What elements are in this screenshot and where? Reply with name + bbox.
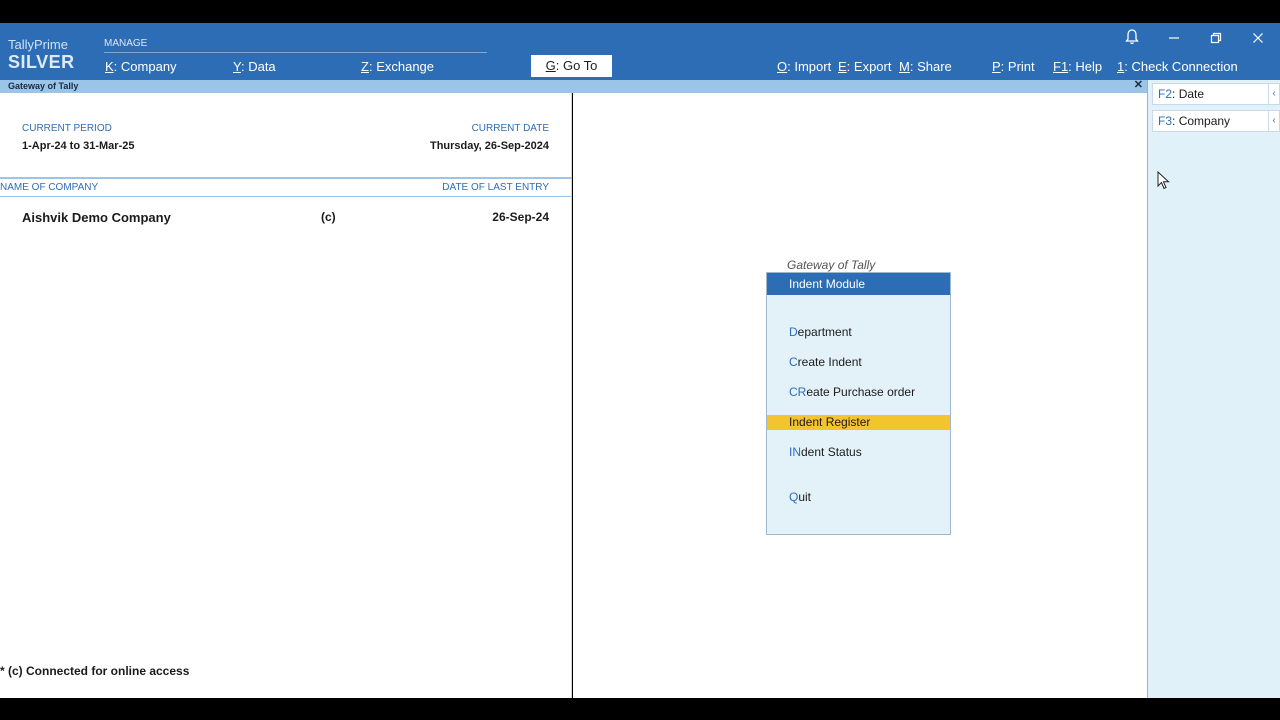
chevron-left-icon[interactable]: ‹ [1268, 110, 1280, 132]
tally-window: TallyPrime SILVER MANAGE K: Company Y: D… [0, 0, 1280, 720]
action-help[interactable]: F1: Help [1053, 59, 1102, 74]
top-header: TallyPrime SILVER MANAGE K: Company Y: D… [0, 23, 1280, 80]
action-export[interactable]: E: Export [838, 59, 891, 74]
company-online-flag: (c) [321, 210, 336, 224]
menu-company[interactable]: K: Company [105, 59, 177, 74]
brand-name: TallyPrime [8, 37, 68, 52]
company-last-entry-date: 26-Sep-24 [492, 210, 549, 224]
menu-data[interactable]: Y: Data [233, 59, 276, 74]
mouse-cursor-icon [1157, 171, 1170, 190]
action-print[interactable]: P: Print [992, 59, 1035, 74]
action-check-connection[interactable]: 1: Check Connection [1117, 59, 1238, 74]
manage-divider [104, 52, 487, 53]
menu-item-indent-status[interactable]: INdent Status [767, 445, 950, 460]
gateway-panel: Gateway of Tally Indent Module Departmen… [573, 93, 1147, 698]
menu-exchange[interactable]: Z: Exchange [361, 59, 434, 74]
action-import[interactable]: O: Import [777, 59, 831, 74]
menu-item-quit[interactable]: Quit [767, 490, 950, 505]
company-button[interactable]: F3: Company [1152, 110, 1269, 132]
menu-item-create-indent[interactable]: Create Indent [767, 355, 950, 370]
indent-module-menu: Indent Module Department Create Indent C… [766, 272, 951, 535]
close-icon[interactable] [1245, 29, 1271, 49]
current-date-label: CURRENT DATE [471, 123, 549, 134]
date-of-last-entry-label: DATE OF LAST ENTRY [442, 182, 549, 193]
screen-close-icon[interactable]: ✕ [1134, 79, 1143, 92]
company-name[interactable]: Aishvik Demo Company [22, 210, 171, 225]
menu-item-create-purchase-order[interactable]: CReate Purchase order [767, 385, 950, 400]
menu-item-department[interactable]: Department [767, 325, 950, 340]
current-period-value[interactable]: 1-Apr-24 to 31-Mar-25 [22, 140, 134, 152]
menu-item-indent-register[interactable]: Indent Register [767, 415, 950, 430]
menu-header: Indent Module [767, 273, 950, 295]
current-date-value[interactable]: Thursday, 26-Sep-2024 [430, 140, 549, 152]
current-period-label: CURRENT PERIOD [22, 123, 112, 134]
header-divider [0, 196, 572, 197]
screen-title: Gateway of Tally [8, 81, 79, 91]
online-access-footnote: * (c) Connected for online access [0, 664, 190, 678]
restore-icon[interactable] [1203, 29, 1229, 49]
chevron-left-icon[interactable]: ‹ [1268, 83, 1280, 105]
gateway-title-bar: Gateway of Tally ✕ [0, 79, 1147, 93]
action-share[interactable]: M: Share [899, 59, 952, 74]
manage-label: MANAGE [104, 38, 148, 49]
section-divider [0, 177, 572, 179]
brand-edition: SILVER [8, 52, 75, 72]
goto-button[interactable]: G: Go To [531, 55, 612, 77]
company-info-panel: CURRENT PERIOD 1-Apr-24 to 31-Mar-25 CUR… [0, 93, 572, 698]
name-of-company-label: NAME OF COMPANY [0, 182, 99, 193]
gateway-caption: Gateway of Tally [787, 258, 876, 272]
bell-icon[interactable] [1119, 29, 1145, 49]
minimize-icon[interactable] [1161, 29, 1187, 49]
date-button[interactable]: F2: Date [1152, 83, 1269, 105]
